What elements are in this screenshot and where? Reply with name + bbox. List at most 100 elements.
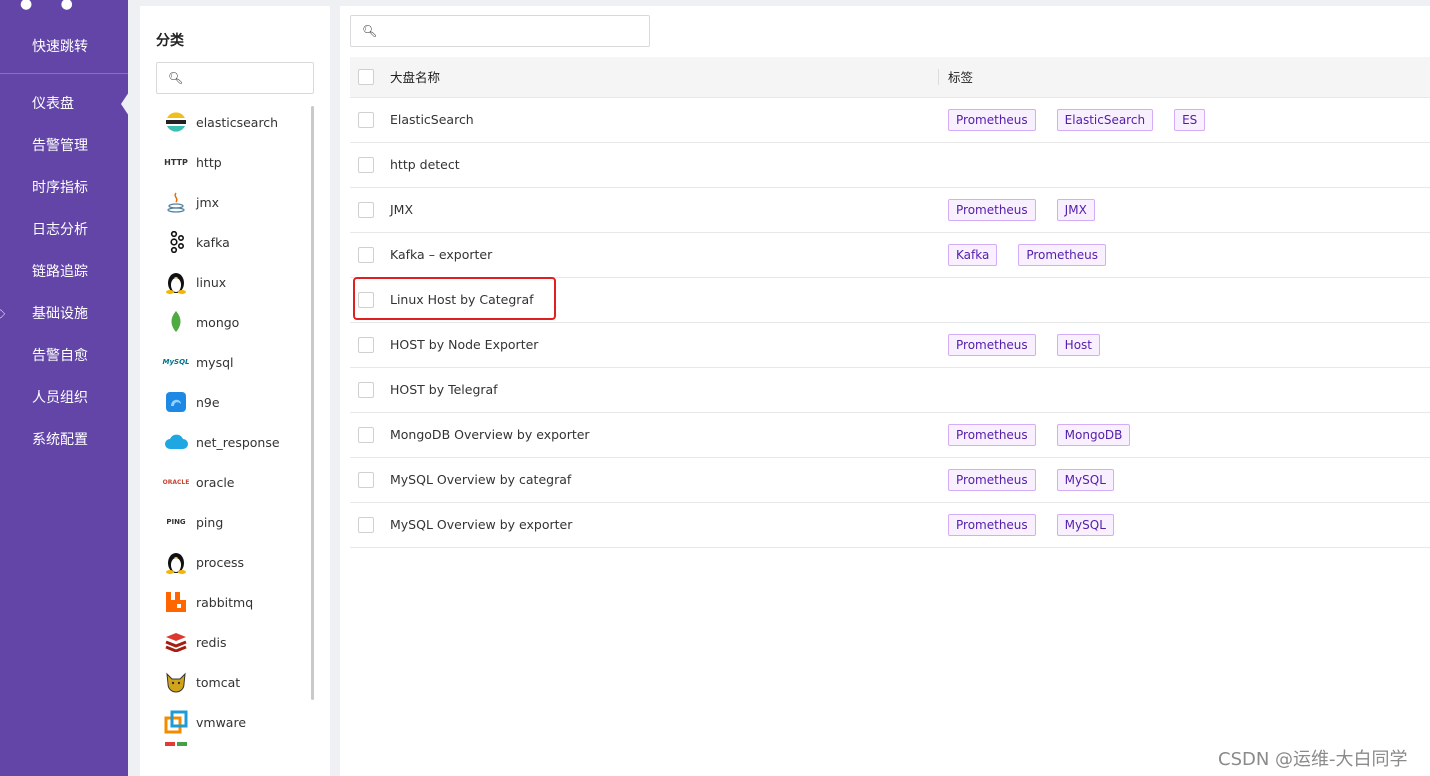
category-item-rabbitmq[interactable]: rabbitmq	[140, 582, 318, 622]
dashboard-tags: Prometheus JMX	[938, 187, 1430, 233]
row-checkbox[interactable]	[358, 201, 374, 218]
category-label: tomcat	[196, 674, 241, 690]
search-icon: 🔍︎	[362, 24, 378, 38]
dashboard-name[interactable]: JMX	[390, 187, 938, 233]
table-row[interactable]: MySQL Overview by exporter Prometheus MySQ…	[350, 502, 1430, 548]
row-checkbox[interactable]	[358, 111, 374, 128]
category-item-oracle[interactable]: ORACLE oracle	[140, 462, 318, 502]
category-item-http[interactable]: HTTP http	[140, 142, 318, 182]
category-item-partial	[140, 742, 318, 762]
category-item-net-response[interactable]: net_response	[140, 422, 318, 462]
category-item-elasticsearch[interactable]: elasticsearch	[140, 102, 318, 142]
category-label: net_response	[196, 434, 280, 450]
select-all-cell	[350, 57, 390, 98]
tag-badge[interactable]: ElasticSearch	[1056, 108, 1154, 131]
table-row[interactable]: HOST by Telegraf	[350, 367, 1430, 413]
search-icon: 🔍︎	[168, 71, 184, 85]
row-select-cell	[350, 232, 390, 278]
category-item-tomcat[interactable]: tomcat	[140, 662, 318, 702]
table-row[interactable]: MySQL Overview by categraf Prometheus MySQ…	[350, 457, 1430, 503]
row-checkbox[interactable]	[358, 471, 374, 488]
category-item-ping[interactable]: PING ping	[140, 502, 318, 542]
quick-jump[interactable]: 快速跳转	[32, 36, 88, 56]
select-all-checkbox[interactable]	[358, 69, 374, 85]
dashboard-name[interactable]: MySQL Overview by exporter	[390, 502, 938, 548]
linux-tux-icon	[164, 270, 188, 294]
tag-badge[interactable]: MySQL	[1056, 468, 1114, 491]
nav-divider	[0, 73, 128, 74]
column-header-name[interactable]: 大盘名称	[390, 57, 938, 98]
nav-item-tracing[interactable]: 链路追踪	[0, 260, 128, 302]
dashboard-search-input[interactable]: 🔍︎	[350, 15, 650, 47]
row-checkbox[interactable]	[358, 246, 374, 263]
dashboard-name[interactable]: MongoDB Overview by exporter	[390, 412, 938, 458]
category-label: http	[196, 154, 222, 170]
tomcat-icon	[164, 670, 188, 694]
tag-badge[interactable]: ES	[1174, 108, 1206, 131]
dashboard-tags: Prometheus MongoDB	[938, 412, 1430, 458]
category-item-vmware[interactable]: vmware	[140, 702, 318, 742]
table-row[interactable]: ElasticSearch Prometheus ElasticSearch ES	[350, 97, 1430, 143]
tag-badge[interactable]: Prometheus	[948, 333, 1036, 356]
category-item-linux[interactable]: linux	[140, 262, 318, 302]
nav-item-settings[interactable]: 系统配置	[0, 428, 128, 470]
category-item-process[interactable]: process	[140, 542, 318, 582]
category-search-input[interactable]: 🔍︎	[156, 62, 314, 94]
table-row[interactable]: JMX Prometheus JMX	[350, 187, 1430, 233]
tag-badge[interactable]: MySQL	[1056, 513, 1114, 536]
nav-item-people[interactable]: 人员组织	[0, 386, 128, 428]
nav-item-selfheal[interactable]: 告警自愈	[0, 344, 128, 386]
column-header-tags: 标签	[938, 57, 1430, 98]
row-checkbox[interactable]	[358, 516, 374, 533]
table-row[interactable]: http detect	[350, 142, 1430, 188]
nav-item-logs[interactable]: 日志分析	[0, 218, 128, 260]
table-row[interactable]: HOST by Node Exporter Prometheus Host	[350, 322, 1430, 368]
nav-menu: 仪表盘 告警管理 时序指标 日志分析 链路追踪 基础设施 告警自愈 人员组织 系…	[0, 92, 129, 470]
tag-badge[interactable]: Prometheus	[1018, 243, 1106, 266]
dashboard-name[interactable]: Kafka – exporter	[390, 232, 938, 278]
dashboard-name[interactable]: HOST by Telegraf	[390, 367, 938, 413]
dashboard-name[interactable]: ElasticSearch	[390, 97, 938, 143]
dashboard-tags	[938, 277, 1430, 323]
dashboard-list-panel: 🔍︎ 大盘名称 标签 ElasticSearch Prometheus Elasti…	[340, 6, 1430, 776]
tag-badge[interactable]: MongoDB	[1056, 423, 1131, 446]
row-select-cell	[350, 502, 390, 548]
tag-badge[interactable]: Prometheus	[948, 468, 1036, 491]
tag-badge[interactable]: Prometheus	[948, 423, 1036, 446]
category-item-kafka[interactable]: kafka	[140, 222, 318, 262]
dashboard-tags	[938, 142, 1430, 188]
category-scrollbar[interactable]	[311, 106, 314, 700]
tag-badge[interactable]: Host	[1056, 333, 1100, 356]
row-select-cell	[350, 412, 390, 458]
dashboard-name[interactable]: MySQL Overview by categraf	[390, 457, 938, 503]
category-list: elasticsearch HTTP http jmx kafka linux	[140, 102, 318, 762]
row-select-cell	[350, 367, 390, 413]
dashboard-name[interactable]: HOST by Node Exporter	[390, 322, 938, 368]
dashboard-name[interactable]: http detect	[390, 142, 938, 188]
tag-badge[interactable]: Kafka	[948, 243, 998, 266]
tag-badge[interactable]: JMX	[1056, 198, 1095, 221]
table-row[interactable]: Kafka – exporter Kafka Prometheus	[350, 232, 1430, 278]
category-item-mysql[interactable]: MySQL mysql	[140, 342, 318, 382]
table-row[interactable]: MongoDB Overview by exporter Prometheus Mo…	[350, 412, 1430, 458]
rabbitmq-icon	[164, 590, 188, 614]
tag-badge[interactable]: Prometheus	[948, 108, 1036, 131]
category-item-n9e[interactable]: n9e	[140, 382, 318, 422]
tag-badge[interactable]: Prometheus	[948, 198, 1036, 221]
row-checkbox[interactable]	[358, 156, 374, 173]
category-label: mongo	[196, 314, 240, 330]
row-checkbox[interactable]	[358, 336, 374, 353]
nav-item-infra[interactable]: 基础设施	[0, 302, 128, 344]
row-checkbox[interactable]	[358, 426, 374, 443]
nav-item-alerts[interactable]: 告警管理	[0, 134, 128, 176]
nav-item-metrics[interactable]: 时序指标	[0, 176, 128, 218]
category-title: 分类	[156, 33, 184, 49]
category-item-jmx[interactable]: jmx	[140, 182, 318, 222]
nav-item-dashboard[interactable]: 仪表盘	[0, 92, 129, 134]
row-checkbox[interactable]	[358, 381, 374, 398]
category-item-redis[interactable]: redis	[140, 622, 318, 662]
tag-badge[interactable]: Prometheus	[948, 513, 1036, 536]
annotation-highlight-box	[353, 277, 556, 320]
category-item-mongo[interactable]: mongo	[140, 302, 318, 342]
partial-icon	[164, 742, 188, 748]
